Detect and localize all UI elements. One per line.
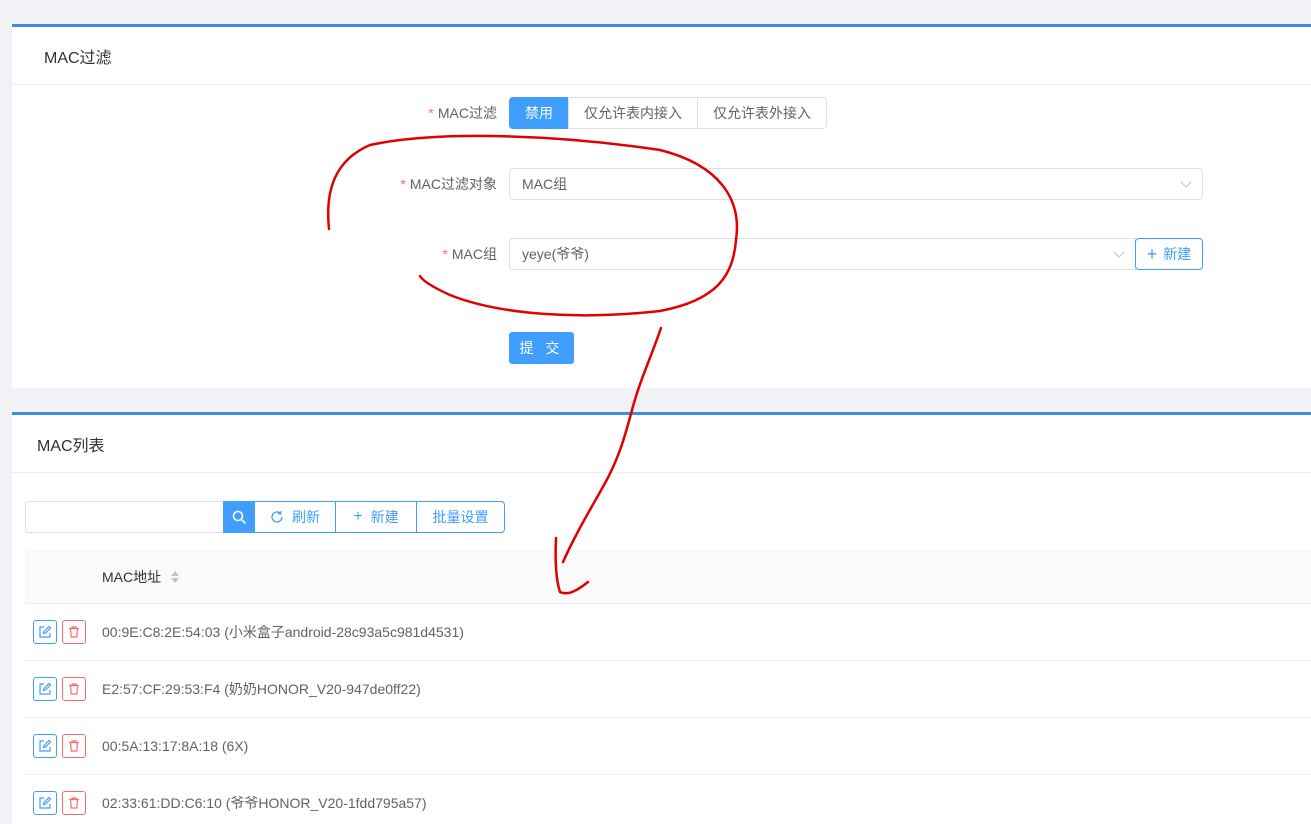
mac-group-label-text: MAC组 — [451, 246, 497, 262]
chevron-down-icon — [1180, 176, 1192, 188]
mac-address-cell: E2:57:CF:29:53:F4 (奶奶HONOR_V20-947de0ff2… — [102, 681, 421, 697]
delete-button[interactable] — [62, 734, 86, 758]
delete-button[interactable] — [62, 791, 86, 815]
trash-icon — [69, 740, 79, 752]
filter-mode-label: * MAC过滤 — [12, 103, 509, 123]
row-actions — [25, 677, 102, 701]
search-icon — [232, 510, 246, 524]
table-row: E2:57:CF:29:53:F4 (奶奶HONOR_V20-947de0ff2… — [25, 661, 1311, 718]
table-row: 02:33:61:DD:C6:10 (爷爷HONOR_V20-1fdd795a5… — [25, 775, 1311, 824]
mac-address-cell: 00:5A:13:17:8A:18 (6X) — [102, 738, 249, 754]
filter-target-label-text: MAC过滤对象 — [409, 176, 497, 192]
edit-icon — [39, 625, 52, 638]
chevron-down-icon — [1113, 246, 1125, 258]
filter-mode-allow-out-list[interactable]: 仅允许表外接入 — [697, 97, 827, 129]
mac-address-column-header[interactable]: MAC地址 — [102, 567, 161, 587]
filter-mode-label-text: MAC过滤 — [437, 105, 497, 121]
mac-table: MAC地址 00:9E:C8:2E:54:03 (小米盒子android-28c… — [25, 550, 1311, 824]
trash-icon — [69, 797, 79, 809]
table-header: MAC地址 — [25, 550, 1311, 604]
delete-button[interactable] — [62, 620, 86, 644]
submit-button[interactable]: 提 交 — [509, 332, 574, 364]
row-actions — [25, 791, 102, 815]
search-input[interactable] — [25, 501, 223, 533]
required-mark: * — [400, 176, 406, 192]
table-row: 00:5A:13:17:8A:18 (6X) — [25, 718, 1311, 775]
delete-button[interactable] — [62, 677, 86, 701]
plus-icon: + — [353, 508, 363, 525]
new-mac-button-label: 新建 — [370, 509, 399, 525]
filter-mode-row: * MAC过滤 禁用 仅允许表内接入 仅允许表外接入 — [12, 97, 827, 129]
required-mark: * — [428, 105, 434, 121]
mac-filter-card: MAC过滤 * MAC过滤 禁用 仅允许表内接入 仅允许表外接入 * MAC过滤对象… — [12, 24, 1311, 388]
plus-icon: + — [1146, 244, 1158, 264]
new-group-button[interactable]: + 新建 — [1135, 238, 1203, 270]
edit-icon — [39, 682, 52, 695]
mac-list-title: MAC列表 — [12, 415, 1311, 473]
search-button[interactable] — [223, 501, 255, 533]
mac-group-label: * MAC组 — [12, 244, 509, 264]
mac-address-cell: 02:33:61:DD:C6:10 (爷爷HONOR_V20-1fdd795a5… — [102, 795, 427, 811]
edit-button[interactable] — [33, 734, 57, 758]
refresh-button[interactable]: 刷新 — [255, 501, 336, 533]
mac-list-card: MAC列表 刷新 + 新建 批量设置 MAC地址 00:9E:C8:2E:54:… — [12, 412, 1311, 824]
filter-mode-disabled[interactable]: 禁用 — [509, 97, 569, 129]
filter-mode-radio-group: 禁用 仅允许表内接入 仅允许表外接入 — [509, 97, 827, 129]
mac-group-select[interactable]: yeye(爷爷) — [509, 238, 1136, 270]
new-mac-button[interactable]: + 新建 — [336, 501, 417, 533]
filter-mode-allow-in-list[interactable]: 仅允许表内接入 — [568, 97, 698, 129]
trash-icon — [69, 683, 79, 695]
new-group-button-label: 新建 — [1163, 246, 1192, 262]
edit-button[interactable] — [33, 791, 57, 815]
table-row: 00:9E:C8:2E:54:03 (小米盒子android-28c93a5c9… — [25, 604, 1311, 661]
edit-icon — [39, 739, 52, 752]
mac-address-cell: 00:9E:C8:2E:54:03 (小米盒子android-28c93a5c9… — [102, 624, 464, 640]
row-actions — [25, 620, 102, 644]
mac-group-value: yeye(爷爷) — [522, 246, 589, 262]
required-mark: * — [442, 246, 448, 262]
mac-group-row: * MAC组 yeye(爷爷) + 新建 — [12, 238, 1203, 270]
trash-icon — [69, 626, 79, 638]
edit-icon — [39, 796, 52, 809]
filter-target-value: MAC组 — [522, 176, 568, 192]
edit-button[interactable] — [33, 620, 57, 644]
filter-target-row: * MAC过滤对象 MAC组 — [12, 168, 1203, 200]
batch-settings-button[interactable]: 批量设置 — [417, 501, 505, 533]
row-actions — [25, 734, 102, 758]
refresh-icon — [271, 511, 283, 523]
refresh-button-label: 刷新 — [292, 509, 320, 525]
mac-filter-title: MAC过滤 — [12, 27, 1311, 85]
list-toolbar: 刷新 + 新建 批量设置 — [25, 501, 505, 533]
filter-target-label: * MAC过滤对象 — [12, 174, 509, 194]
sort-caret-icon[interactable] — [171, 570, 180, 583]
filter-target-select[interactable]: MAC组 — [509, 168, 1203, 200]
edit-button[interactable] — [33, 677, 57, 701]
